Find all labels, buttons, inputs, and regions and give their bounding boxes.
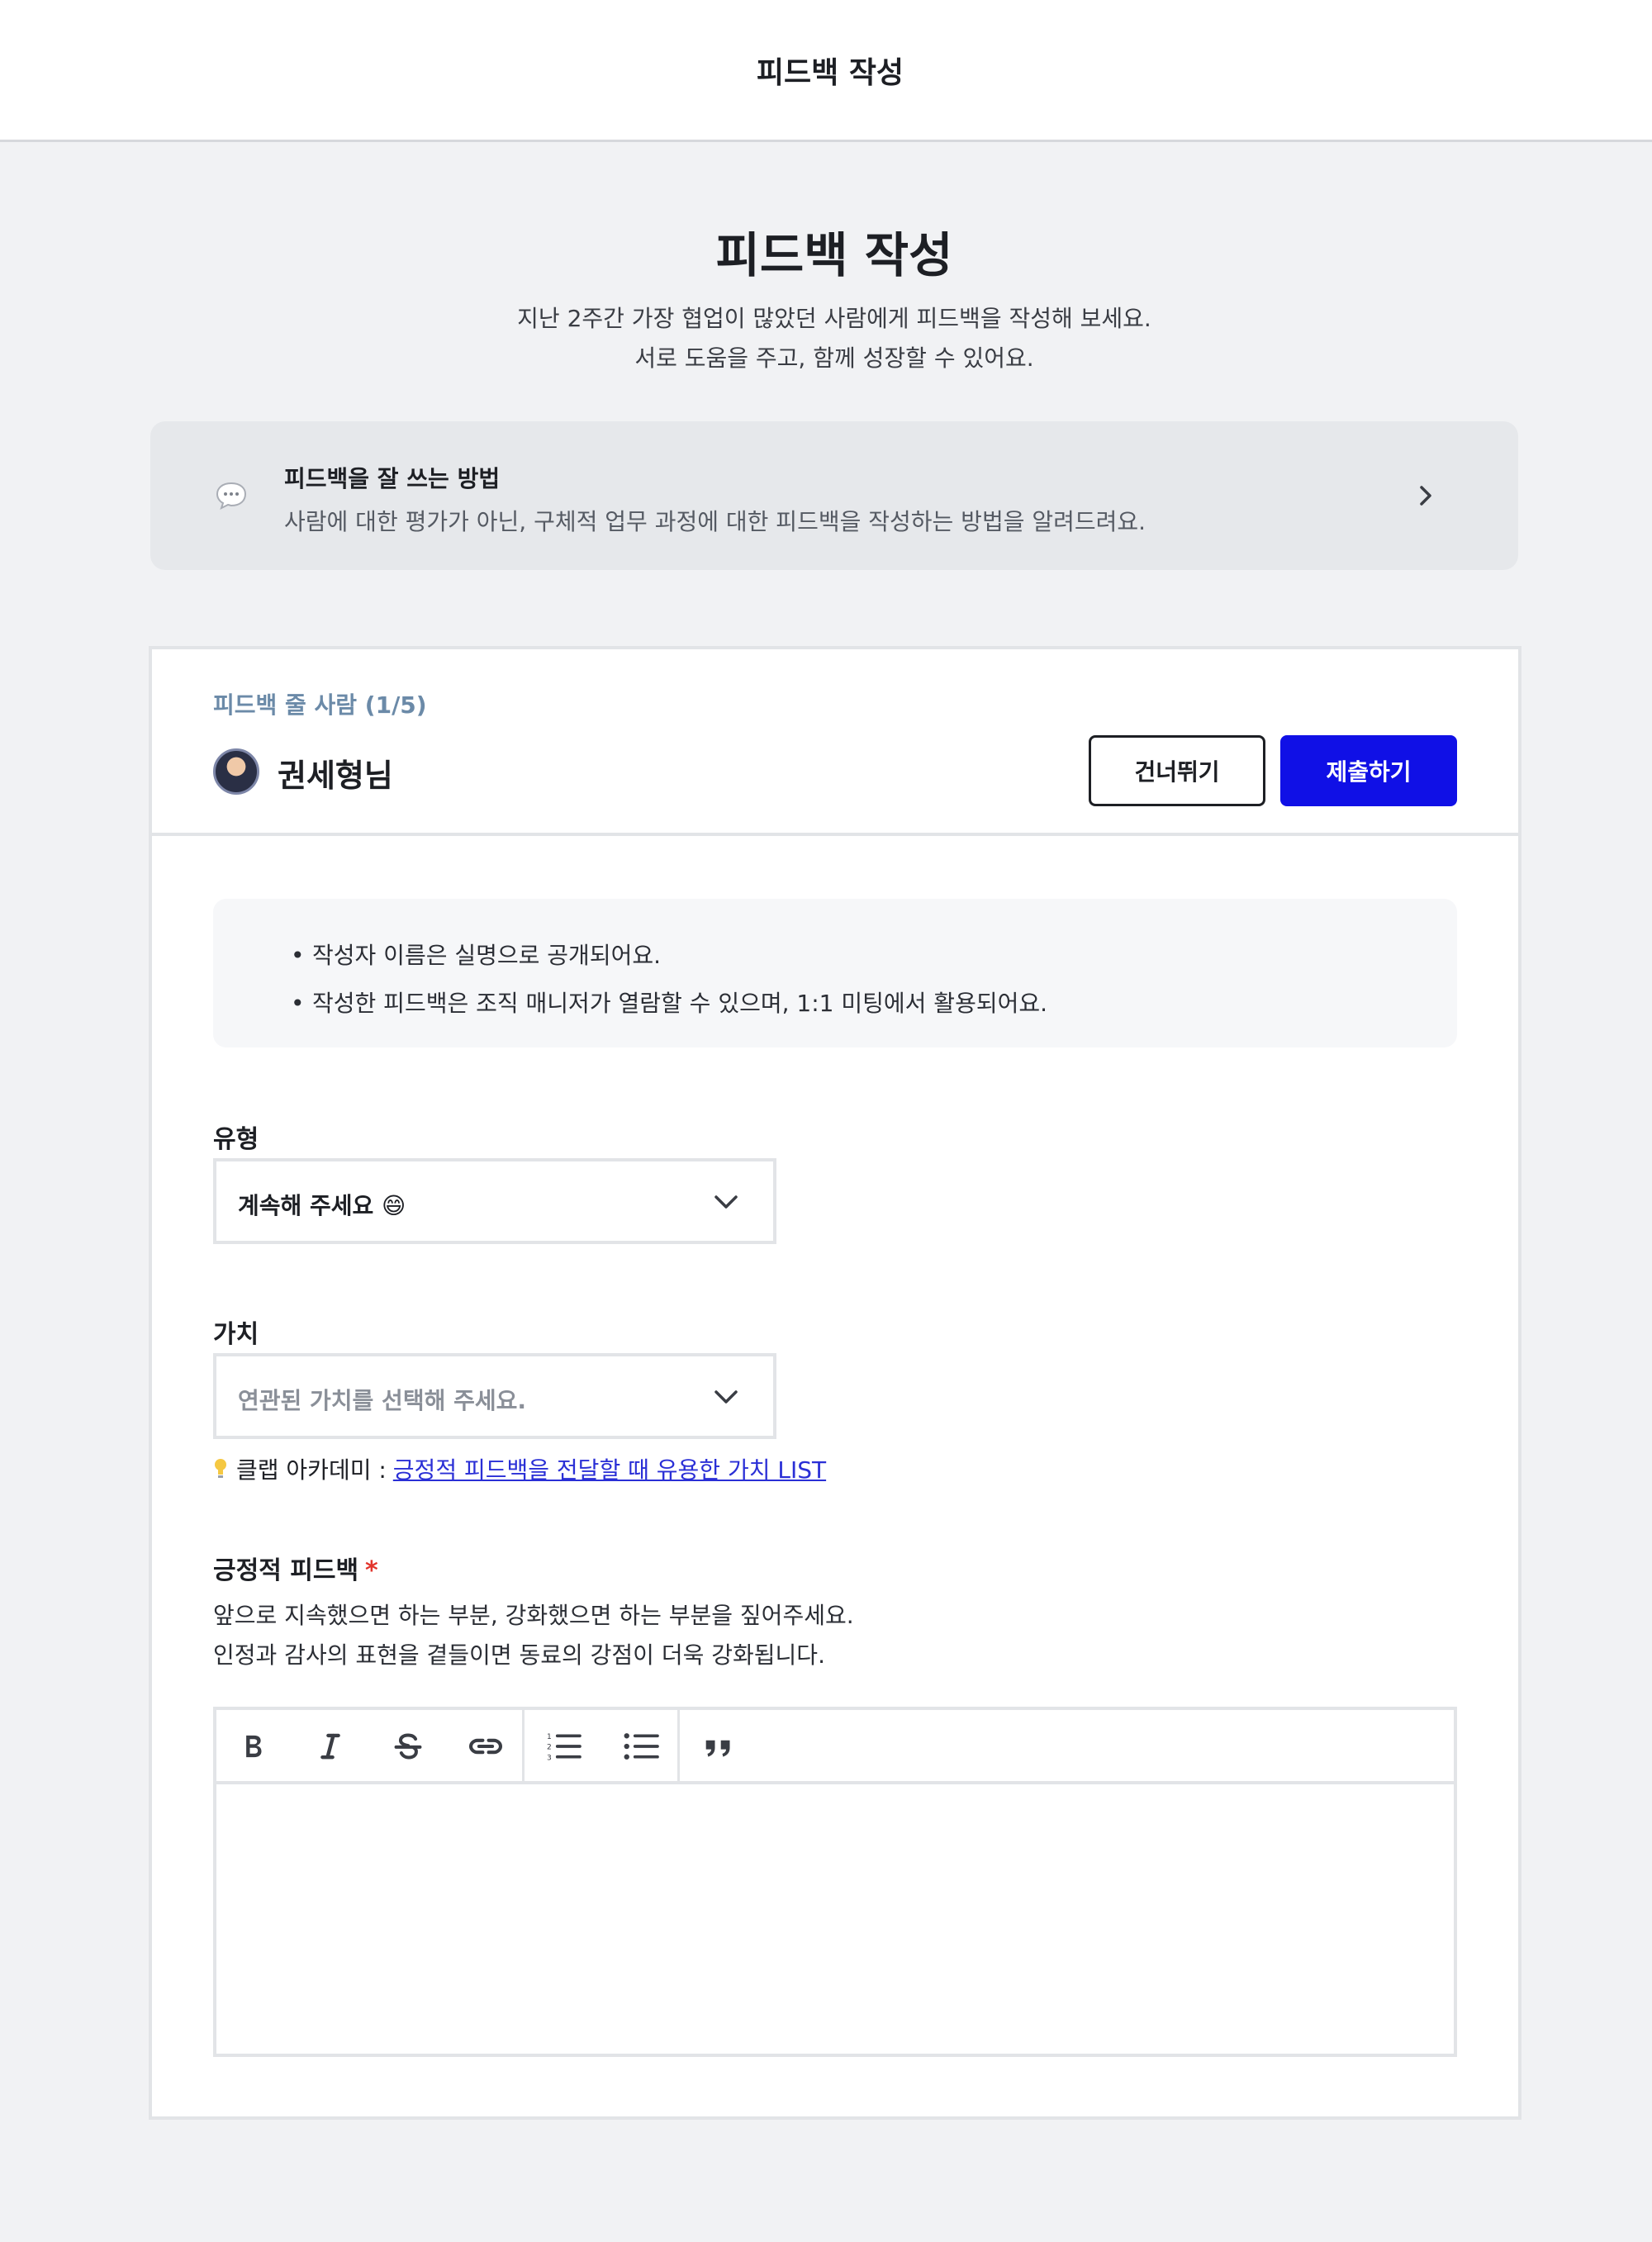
submit-button[interactable]: 제출하기 [1280,735,1457,806]
speech-bubble-icon [216,482,247,510]
top-bar: 피드백 작성 [0,0,1652,142]
recipient-name: 권세형님 [278,758,393,794]
top-bar-title: 피드백 작성 [756,55,904,90]
page-title: 피드백 작성 [715,227,953,283]
strikethrough-icon[interactable] [388,1728,428,1765]
chevron-right-icon[interactable] [1414,481,1437,511]
ordered-list-icon[interactable]: 1 2 3 [544,1728,583,1765]
notice-box: 작성자 이름은 실명으로 공개되어요. 작성한 피드백은 조직 매니저가 열람할… [213,899,1457,1047]
rich-text-editor: 1 2 3 [213,1707,1457,2057]
guide-description: 사람에 대한 평가가 아닌, 구체적 업무 과정에 대한 피드백을 작성하는 방… [284,508,1146,535]
notice-list: 작성자 이름은 실명으로 공개되어요. 작성한 피드백은 조직 매니저가 열람할… [291,932,1047,1028]
positive-feedback-description: 앞으로 지속했으면 하는 부분, 강화했으면 하는 부분을 짚어주세요. 인정과… [213,1596,854,1675]
feedback-form-card: 피드백 줄 사람 (1/5) 권세형님 건너뛰기 제출하기 작성자 이름은 실명… [149,646,1521,2120]
recipient-header: 피드백 줄 사람 (1/5) 권세형님 건너뛰기 제출하기 [152,649,1518,836]
values-list-link[interactable]: 긍정적 피드백을 전달할 때 유용한 가치 LIST [393,1452,826,1485]
notice-item: 작성자 이름은 실명으로 공개되어요. [291,932,1047,980]
positive-feedback-desc-line-2: 인정과 감사의 표현을 곁들이면 동료의 강점이 더욱 강화됩니다. [213,1641,825,1669]
link-icon[interactable] [466,1728,506,1765]
svg-text:3: 3 [547,1754,552,1762]
academy-hint: 클랩 아카데미 : 긍정적 피드백을 전달할 때 유용한 가치 LIST [213,1452,826,1485]
positive-feedback-label: 긍정적 피드백 * [213,1550,378,1586]
bold-icon[interactable] [233,1728,273,1765]
page-subtitle-line-2: 서로 도움을 주고, 함께 성장할 수 있어요. [634,344,1034,372]
lightbulb-icon [215,1459,226,1478]
skip-button[interactable]: 건너뛰기 [1089,735,1265,806]
toolbar-divider [677,1710,680,1781]
svg-text:1: 1 [547,1733,552,1741]
avatar [213,748,259,795]
notice-item: 작성한 피드백은 조직 매니저가 열람할 수 있으며, 1:1 미팅에서 활용되… [291,980,1047,1028]
guide-title: 피드백을 잘 쓰는 방법 [284,465,501,492]
positive-feedback-textarea[interactable] [216,1784,1454,2054]
recipient-progress-label: 피드백 줄 사람 (1/5) [213,691,427,719]
value-field-label: 가치 [213,1320,259,1349]
editor-toolbar: 1 2 3 [216,1710,1454,1784]
positive-feedback-title: 긍정적 피드백 [213,1556,359,1585]
page-subtitle-line-1: 지난 2주간 가장 협업이 많았던 사람에게 피드백을 작성해 보세요. [517,305,1151,332]
chevron-down-icon [714,1195,738,1209]
value-select-placeholder: 연관된 가치를 선택해 주세요. [238,1387,527,1414]
page-subtitle: 지난 2주간 가장 협업이 많았던 사람에게 피드백을 작성해 보세요. 서로 … [0,299,1652,378]
type-field-label: 유형 [213,1125,259,1154]
type-select[interactable]: 계속해 주세요 😄 [213,1158,776,1244]
type-select-value: 계속해 주세요 😄 [238,1192,406,1219]
positive-feedback-desc-line-1: 앞으로 지속했으면 하는 부분, 강화했으면 하는 부분을 짚어주세요. [213,1602,854,1629]
required-mark: * [365,1556,378,1585]
feedback-guide-banner[interactable]: 피드백을 잘 쓰는 방법 사람에 대한 평가가 아닌, 구체적 업무 과정에 대… [150,421,1518,570]
bullet-list-icon[interactable] [621,1728,661,1765]
value-select[interactable]: 연관된 가치를 선택해 주세요. [213,1353,776,1439]
svg-text:2: 2 [547,1744,552,1752]
italic-icon[interactable] [311,1728,350,1765]
hint-prefix: 클랩 아카데미 : [236,1456,387,1484]
toolbar-divider [522,1710,525,1781]
quote-icon[interactable] [699,1728,738,1765]
chevron-down-icon [714,1390,738,1404]
